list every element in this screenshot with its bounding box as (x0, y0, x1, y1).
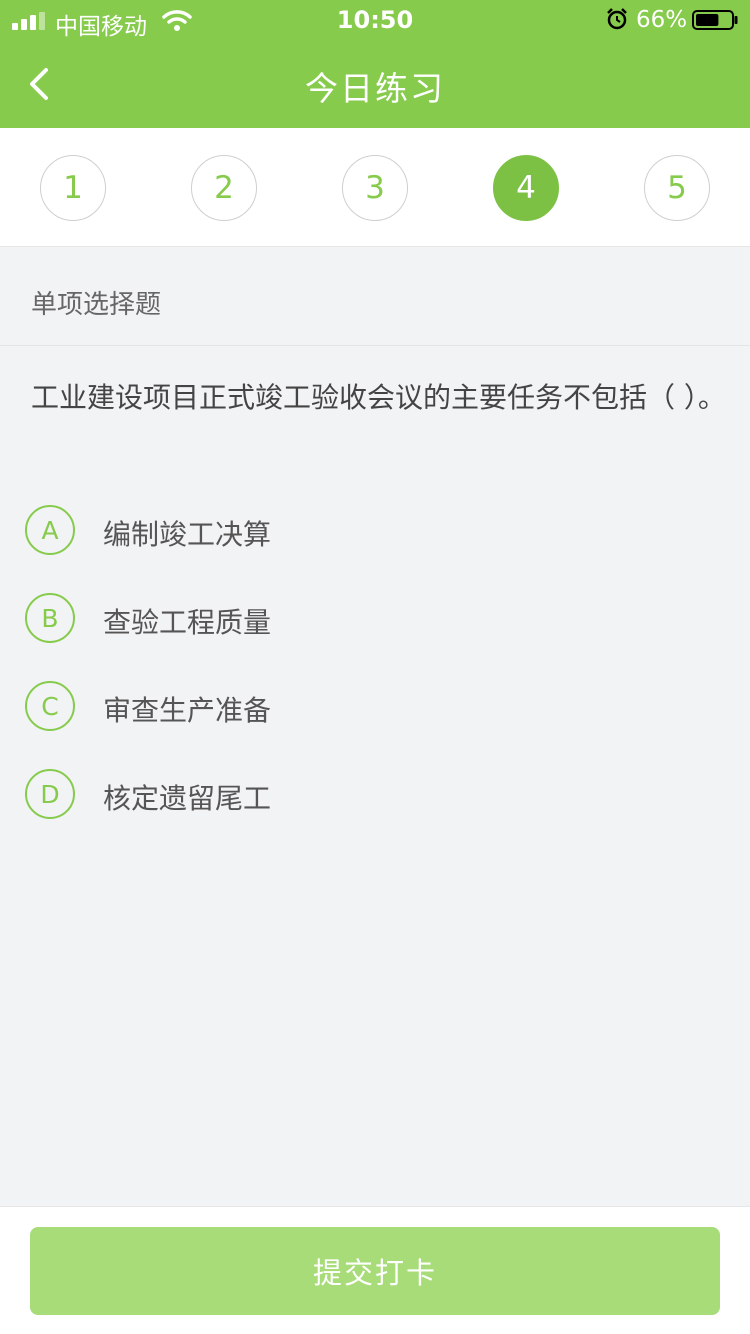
question-number-5[interactable]: 5 (644, 155, 710, 221)
battery-percent: 66% (636, 7, 688, 33)
question-type-section: 单项选择题 (0, 248, 750, 346)
option-text-d: 核定遗留尾工 (103, 782, 272, 815)
option-b[interactable]: B 查验工程质量 (25, 591, 625, 647)
question-type-label: 单项选择题 (31, 290, 162, 320)
option-letter-b: B (25, 593, 75, 643)
alarm-icon (607, 8, 627, 30)
question-number-1[interactable]: 1 (40, 155, 106, 221)
option-c[interactable]: C 审查生产准备 (25, 679, 625, 735)
question-number-nav: 1 2 3 4 5 (0, 128, 750, 247)
option-text-b: 查验工程质量 (103, 606, 272, 639)
page-title: 今日练习 (305, 69, 445, 108)
option-a[interactable]: A 编制竣工决算 (25, 503, 625, 559)
question-number-4[interactable]: 4 (493, 155, 559, 221)
question-number-3[interactable]: 3 (342, 155, 408, 221)
question-text: 工业建设项目正式竣工验收会议的主要任务不包括（ ）。 (31, 381, 726, 414)
submit-checkin-button[interactable]: 提交打卡 (30, 1227, 720, 1315)
option-letter-c: C (25, 681, 75, 731)
footer-bar: 提交打卡 (0, 1206, 750, 1334)
option-d[interactable]: D 核定遗留尾工 (25, 767, 625, 823)
option-letter-a: A (25, 505, 75, 555)
app-header: 中国移动 10:50 66% 今日练习 (0, 0, 750, 128)
battery-icon (692, 10, 738, 30)
option-text-c: 审查生产准备 (103, 694, 272, 727)
status-bar: 中国移动 10:50 66% (0, 0, 750, 40)
option-letter-d: D (25, 769, 75, 819)
option-text-a: 编制竣工决算 (103, 518, 272, 551)
question-number-2[interactable]: 2 (191, 155, 257, 221)
